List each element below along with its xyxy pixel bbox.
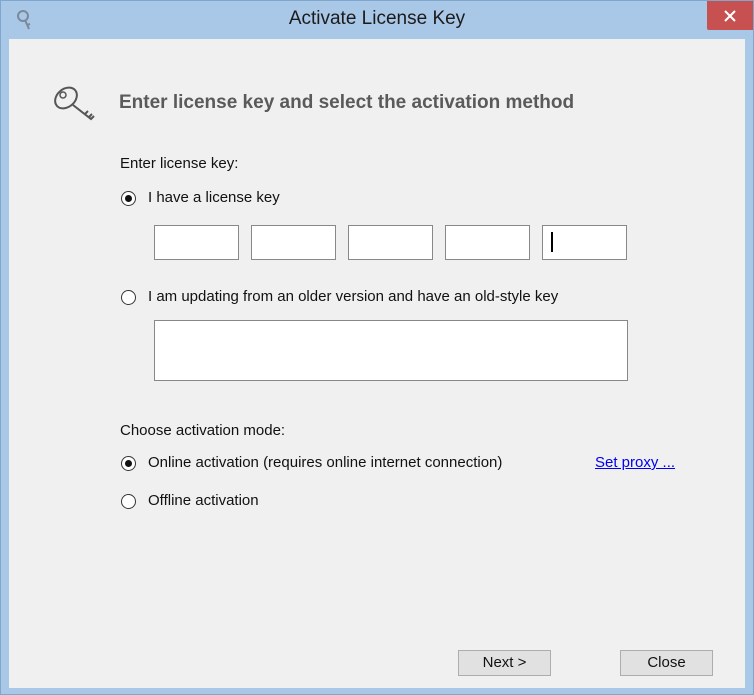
license-key-field-1[interactable]: [154, 225, 239, 260]
key-icon: [54, 86, 95, 121]
window-frame-right: [745, 39, 753, 694]
activation-mode-section-label: Choose activation mode:: [120, 422, 286, 439]
license-key-field-5[interactable]: [542, 225, 627, 260]
radio-online-activation[interactable]: [121, 456, 136, 471]
next-button[interactable]: Next >: [458, 650, 551, 676]
title-bar[interactable]: Activate License Key: [1, 1, 753, 39]
radio-offline-activation-label[interactable]: Offline activation: [148, 492, 259, 509]
radio-offline-activation[interactable]: [121, 494, 136, 509]
text-caret: [551, 232, 553, 252]
dialog-body: Enter license key and select the activat…: [9, 39, 745, 688]
window-frame-left: [1, 39, 9, 694]
radio-have-license-key-label[interactable]: I have a license key: [148, 189, 280, 206]
radio-old-style-key-label[interactable]: I am updating from an older version and …: [148, 288, 558, 305]
close-icon: [724, 10, 736, 22]
close-button[interactable]: Close: [620, 650, 713, 676]
license-key-field-3[interactable]: [348, 225, 433, 260]
dialog-heading: Enter license key and select the activat…: [119, 92, 575, 113]
license-key-field-2[interactable]: [251, 225, 336, 260]
activate-license-dialog: Activate License Key Enter license key a…: [0, 0, 754, 695]
radio-online-activation-label[interactable]: Online activation (requires online inter…: [148, 454, 502, 471]
old-style-key-input[interactable]: [154, 320, 628, 381]
set-proxy-link[interactable]: Set proxy ...: [595, 454, 675, 471]
radio-have-license-key[interactable]: [121, 191, 136, 206]
license-key-field-4[interactable]: [445, 225, 530, 260]
radio-old-style-key[interactable]: [121, 290, 136, 305]
close-window-button[interactable]: [707, 1, 753, 30]
window-title: Activate License Key: [288, 8, 466, 29]
license-key-section-label: Enter license key:: [120, 155, 239, 172]
